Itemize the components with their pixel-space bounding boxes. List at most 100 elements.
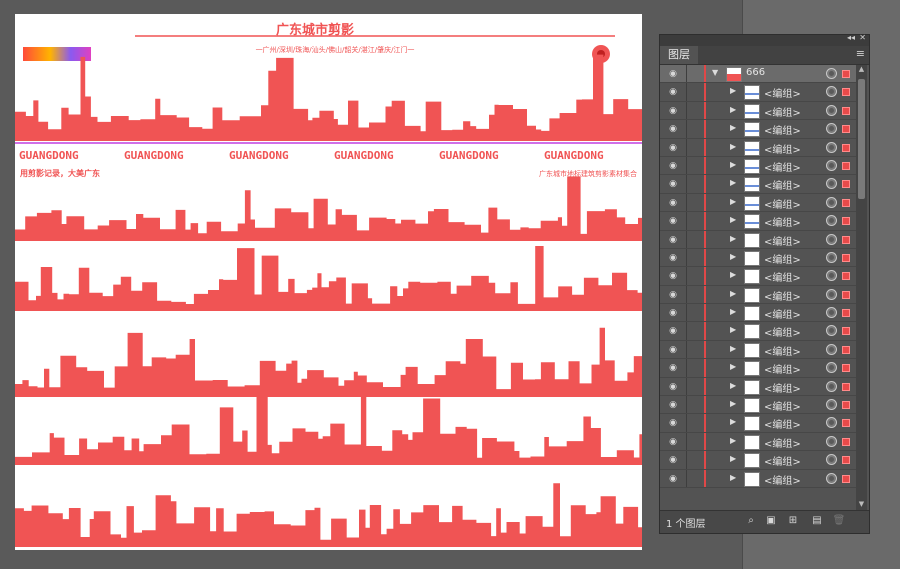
expand-arrow-icon[interactable]: ▶	[730, 252, 736, 261]
target-circle-icon[interactable]	[826, 251, 837, 263]
group-row[interactable]: ◉ ▶ <编组>	[660, 267, 856, 286]
layer-row-666[interactable]: ◉ ▼ 666	[660, 65, 856, 84]
eye-icon[interactable]: ◉	[666, 307, 680, 319]
selection-indicator[interactable]	[842, 125, 850, 134]
lock-column[interactable]	[686, 193, 687, 212]
selection-indicator[interactable]	[842, 345, 850, 354]
eye-icon[interactable]: ◉	[666, 270, 680, 282]
selection-indicator[interactable]	[842, 235, 850, 244]
lock-column[interactable]	[686, 230, 687, 248]
eye-icon[interactable]: ◉	[666, 436, 680, 448]
lock-column[interactable]	[686, 101, 687, 120]
scroll-up-icon[interactable]: ▲	[856, 65, 867, 75]
eye-icon[interactable]: ◉	[666, 399, 680, 411]
expand-arrow-icon[interactable]: ▶	[730, 160, 736, 169]
group-name[interactable]: <编组>	[764, 251, 801, 266]
delete-icon[interactable]: 🗑	[832, 514, 846, 528]
target-circle-icon[interactable]	[826, 307, 837, 319]
target-circle-icon[interactable]	[826, 454, 837, 466]
group-row[interactable]: ◉ ▶ <编组>	[660, 285, 856, 305]
eye-icon[interactable]: ◉	[666, 123, 680, 135]
selection-indicator[interactable]	[842, 143, 850, 152]
group-row[interactable]: ◉ ▶ <编组>	[660, 120, 856, 139]
selection-indicator[interactable]	[842, 70, 850, 78]
lock-column[interactable]	[686, 396, 687, 414]
lock-column[interactable]	[686, 469, 687, 487]
close-icon[interactable]: ✕	[859, 33, 866, 42]
lock-column[interactable]	[686, 340, 687, 359]
expand-arrow-icon[interactable]: ▶	[730, 123, 736, 132]
eye-icon[interactable]: ◉	[666, 454, 680, 466]
lock-column[interactable]	[686, 377, 687, 396]
expand-arrow-icon[interactable]: ▶	[730, 270, 736, 279]
group-row[interactable]: ◉ ▶ <编组>	[660, 469, 856, 488]
target-circle-icon[interactable]	[826, 362, 837, 374]
layers-scrollbar[interactable]: ▲ ▼	[856, 65, 867, 510]
selection-indicator[interactable]	[842, 272, 850, 281]
target-circle-icon[interactable]	[826, 417, 837, 429]
group-row[interactable]: ◉ ▶ <编组>	[660, 432, 856, 452]
selection-indicator[interactable]	[842, 88, 850, 97]
selection-indicator[interactable]	[842, 327, 850, 336]
layers-panel[interactable]: ◂◂ ✕ 图层 ≡ ◉ ▼ 666 ◉ ▶ <编组> ◉ ▶ <编组> ◉ ▶ <编组> ◉ ▶ <编组> ◉…	[659, 33, 870, 534]
eye-icon[interactable]: ◉	[666, 160, 680, 172]
group-name[interactable]: <编组>	[764, 141, 801, 156]
expand-arrow-icon[interactable]: ▶	[730, 234, 736, 243]
group-name[interactable]: <编组>	[764, 398, 801, 413]
selection-indicator[interactable]	[842, 253, 850, 262]
target-circle-icon[interactable]	[826, 399, 837, 411]
eye-icon[interactable]: ◉	[666, 289, 680, 301]
artwork-canvas[interactable]: 广东城市剪影 一广州/深圳/珠海/汕头/佛山/韶关/湛江/肇庆/江门一 GUAN…	[15, 14, 642, 550]
lock-column[interactable]	[686, 451, 687, 469]
target-circle-icon[interactable]	[826, 270, 837, 282]
lock-column[interactable]	[686, 414, 687, 432]
scroll-thumb[interactable]	[858, 79, 865, 199]
group-row[interactable]: ◉ ▶ <编组>	[660, 248, 856, 268]
group-row[interactable]: ◉ ▶ <编组>	[660, 83, 856, 102]
group-row[interactable]: ◉ ▶ <编组>	[660, 230, 856, 249]
selection-indicator[interactable]	[842, 309, 850, 318]
eye-icon[interactable]: ◉	[666, 197, 680, 209]
group-row[interactable]: ◉ ▶ <编组>	[660, 322, 856, 341]
lock-column[interactable]	[686, 156, 687, 175]
selection-indicator[interactable]	[842, 106, 850, 115]
group-name[interactable]: <编组>	[764, 380, 801, 395]
group-row[interactable]: ◉ ▶ <编组>	[660, 138, 856, 157]
selection-indicator[interactable]	[842, 437, 850, 446]
selection-indicator[interactable]	[842, 474, 850, 483]
eye-icon[interactable]: ◉	[666, 473, 680, 485]
expand-arrow-icon[interactable]: ▶	[730, 215, 736, 224]
lock-column[interactable]	[686, 304, 687, 322]
group-name[interactable]: <编组>	[764, 177, 801, 192]
lock-column[interactable]	[686, 248, 687, 267]
target-circle-icon[interactable]	[826, 215, 837, 227]
group-name[interactable]: <编组>	[764, 214, 801, 229]
group-name[interactable]: <编组>	[764, 85, 801, 100]
group-name[interactable]: <编组>	[764, 196, 801, 211]
eye-icon[interactable]: ◉	[666, 381, 680, 393]
eye-icon[interactable]: ◉	[666, 105, 680, 117]
expand-arrow-icon[interactable]: ▶	[730, 325, 736, 334]
expand-arrow-icon[interactable]: ▶	[730, 473, 736, 482]
expand-arrow-icon[interactable]: ▶	[730, 399, 736, 408]
selection-indicator[interactable]	[842, 290, 850, 299]
target-circle-icon[interactable]	[826, 472, 837, 484]
eye-icon[interactable]: ◉	[666, 417, 680, 429]
target-circle-icon[interactable]	[826, 141, 837, 153]
group-row[interactable]: ◉ ▶ <编组>	[660, 451, 856, 470]
lock-column[interactable]	[686, 120, 687, 138]
lock-column[interactable]	[686, 175, 687, 193]
group-name[interactable]: <编组>	[764, 343, 801, 358]
target-circle-icon[interactable]	[826, 325, 837, 337]
eye-icon[interactable]: ◉	[666, 344, 680, 356]
expand-arrow-icon[interactable]: ▶	[730, 381, 736, 390]
target-circle-icon[interactable]	[826, 86, 837, 98]
group-name[interactable]: <编组>	[764, 306, 801, 321]
selection-indicator[interactable]	[842, 382, 850, 391]
group-row[interactable]: ◉ ▶ <编组>	[660, 156, 856, 176]
target-circle-icon[interactable]	[826, 159, 837, 171]
target-circle-icon[interactable]	[826, 435, 837, 447]
eye-icon[interactable]: ◉	[666, 325, 680, 337]
group-row[interactable]: ◉ ▶ <编组>	[660, 359, 856, 378]
group-row[interactable]: ◉ ▶ <编组>	[660, 414, 856, 433]
